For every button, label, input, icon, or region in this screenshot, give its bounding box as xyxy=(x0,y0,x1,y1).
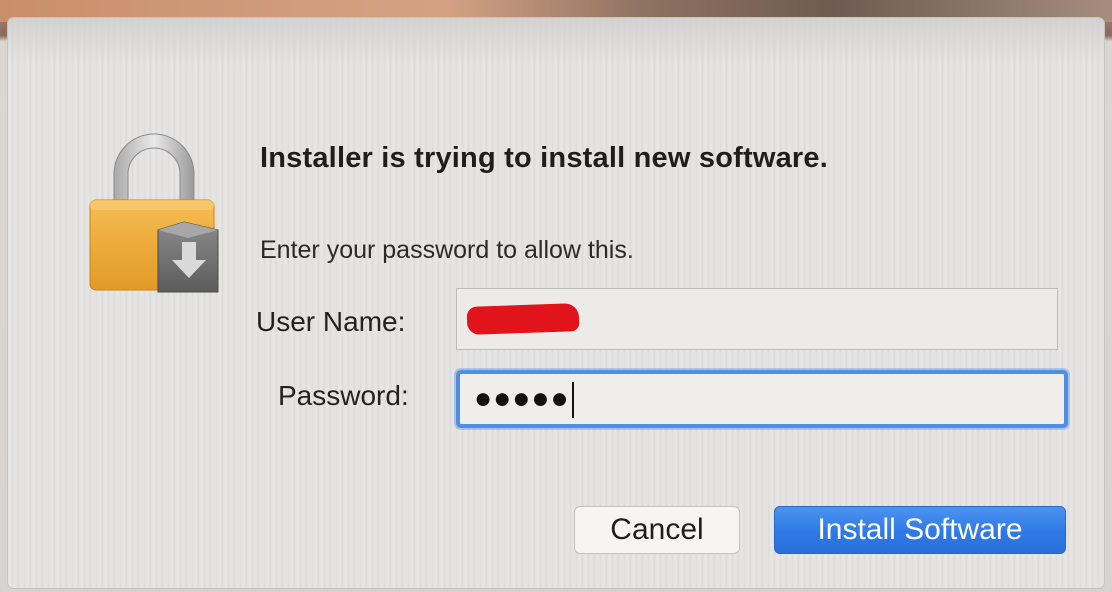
dialog-title: Installer is trying to install new softw… xyxy=(260,142,828,174)
password-value: ●●●●● xyxy=(474,382,570,415)
username-label: User Name: xyxy=(256,306,406,337)
lock-icon xyxy=(89,133,219,293)
cancel-button[interactable]: Cancel xyxy=(574,506,740,554)
installer-box-icon xyxy=(157,221,219,293)
install-software-button[interactable]: Install Software xyxy=(774,506,1066,554)
password-label: Password: xyxy=(278,380,409,411)
username-redaction xyxy=(466,303,580,335)
username-field[interactable] xyxy=(456,288,1058,350)
authentication-dialog: Installer is trying to install new softw… xyxy=(8,18,1104,588)
password-field[interactable]: ●●●●● xyxy=(456,370,1068,428)
text-cursor xyxy=(571,382,574,419)
dialog-message: Enter your password to allow this. xyxy=(260,236,634,264)
